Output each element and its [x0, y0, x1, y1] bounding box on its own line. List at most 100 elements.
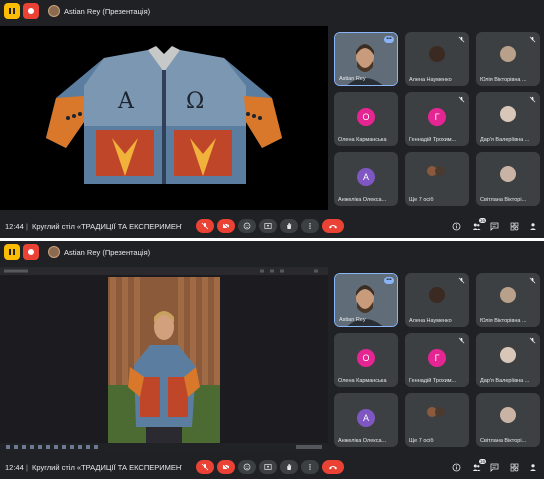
more-vert-icon [309, 464, 311, 470]
participant-tile-yulia[interactable]: Юлія Вікторівна ... [476, 273, 540, 327]
svg-text:Α: Α [117, 89, 135, 114]
people-count: 16 [478, 459, 486, 464]
people-button[interactable]: 16 [470, 459, 486, 473]
record-button[interactable] [23, 244, 39, 260]
raise-hand-button[interactable] [280, 460, 298, 474]
participant-tile-olena[interactable]: О Олена Карманська [334, 92, 398, 146]
presenter-chip[interactable]: Astian Rey (Презентація) [48, 245, 150, 259]
emoji-button[interactable] [238, 460, 256, 474]
pin-button[interactable] [4, 3, 20, 19]
participant-name: Олена Карманська [338, 378, 387, 384]
camera-toggle-button[interactable] [217, 460, 235, 474]
hang-up-icon [329, 225, 337, 229]
participant-tile-darya[interactable]: Дар'я Валеріївна ... [476, 333, 540, 387]
pin-icon [9, 8, 15, 14]
presenter-avatar [48, 246, 60, 258]
participant-name: Юлія Вікторівна ... [480, 318, 527, 324]
more-options-button[interactable] [301, 219, 319, 233]
avatar [500, 106, 516, 122]
mic-off-icon [458, 36, 465, 43]
participant-tile-svitlana[interactable]: Світлана Вікторі... [476, 152, 540, 206]
host-controls-button[interactable] [527, 220, 539, 232]
avatar [429, 287, 445, 303]
avatar: А [357, 409, 375, 427]
participant-tile-darya[interactable]: Дар'я Валеріївна ... [476, 92, 540, 146]
info-icon [452, 222, 460, 230]
presenter-label: Astian Rey (Презентація) [64, 247, 151, 257]
participant-name: Геннадій Трохим... [409, 378, 457, 384]
avatar [500, 46, 516, 62]
participant-tile-astian[interactable]: ••• Astian Rey [334, 273, 398, 327]
record-icon [28, 249, 34, 255]
participant-tile-anzhelika[interactable]: А Анжеліка Олекса... [334, 152, 398, 206]
participant-tile-alena[interactable]: Алена Науменко [405, 273, 469, 327]
more-options-button[interactable] [301, 460, 319, 474]
present-icon [264, 223, 272, 229]
avatar [500, 166, 516, 182]
mic-off-icon [529, 96, 536, 103]
presenter-chip[interactable]: Astian Rey (Презентація) [48, 4, 150, 18]
participant-tile-olena[interactable]: О Олена Карманська [334, 333, 398, 387]
avatar: Г [428, 349, 446, 367]
control-bar: 12:44 | Круглий стіл «ТРАДИЦІЇ ТА ЕКСПЕР… [0, 214, 544, 238]
pin-button[interactable] [4, 244, 20, 260]
present-button[interactable] [259, 460, 277, 474]
avatar [435, 407, 445, 417]
hang-up-icon [329, 466, 337, 470]
leave-call-button[interactable] [322, 219, 344, 233]
more-vert-icon [309, 223, 311, 229]
hand-icon [287, 464, 292, 470]
participant-tile-gennadiy[interactable]: Г Геннадій Трохим... [405, 333, 469, 387]
record-icon [28, 8, 34, 14]
present-icon [264, 464, 272, 470]
participant-tile-gennadiy[interactable]: Г Геннадій Трохим... [405, 92, 469, 146]
mic-toggle-button[interactable] [196, 460, 214, 474]
pin-icon [9, 249, 15, 255]
leave-call-button[interactable] [322, 460, 344, 474]
mic-off-icon [529, 337, 536, 344]
meeting-time: 12:44 [5, 222, 24, 231]
mic-off-icon [201, 463, 209, 471]
participant-tile-astian[interactable]: ••• Astian Rey [334, 32, 398, 86]
emoji-button[interactable] [238, 219, 256, 233]
chat-button[interactable] [488, 220, 500, 232]
participant-tile-svitlana[interactable]: Світлана Вікторі... [476, 393, 540, 447]
host-controls-button[interactable] [527, 461, 539, 473]
participant-name: Astian Rey [339, 76, 366, 82]
present-button[interactable] [259, 219, 277, 233]
info-icon [452, 463, 460, 471]
mic-off-icon [201, 222, 209, 230]
info-button[interactable] [450, 461, 462, 473]
info-button[interactable] [450, 220, 462, 232]
emoji-icon [243, 222, 251, 230]
participant-name: Ще 7 осіб [409, 197, 434, 203]
camera-off-icon [222, 222, 230, 230]
chat-icon [490, 463, 498, 472]
presenter-avatar [48, 5, 60, 17]
meeting-title: Круглий стіл «ТРАДИЦІЇ ТА ЕКСПЕРИМЕНТИ .… [32, 463, 182, 472]
participant-tile-alena[interactable]: Алена Науменко [405, 32, 469, 86]
participant-name: Анжеліка Олекса... [338, 197, 387, 203]
participant-tile-anzhelika[interactable]: А Анжеліка Олекса... [334, 393, 398, 447]
emoji-icon [243, 463, 251, 471]
participant-tile-yulia[interactable]: Юлія Вікторівна ... [476, 32, 540, 86]
avatar [429, 46, 445, 62]
people-button[interactable]: 16 [470, 218, 486, 232]
camera-toggle-button[interactable] [217, 219, 235, 233]
avatar [500, 347, 516, 363]
participant-tile-more[interactable]: Ще 7 осіб [405, 152, 469, 206]
more-options-badge[interactable]: ••• [384, 36, 394, 43]
participant-name: Світлана Вікторі... [480, 197, 527, 203]
participant-tile-more[interactable]: Ще 7 осіб [405, 393, 469, 447]
activities-button[interactable] [508, 220, 520, 232]
shared-screen-image [0, 267, 328, 451]
mic-toggle-button[interactable] [196, 219, 214, 233]
meet-window-1: Astian Rey (Презентація) Α Ω ••• Astian … [0, 0, 544, 238]
chat-button[interactable] [488, 461, 500, 473]
participant-name: Astian Rey [339, 317, 366, 323]
activities-button[interactable] [508, 461, 520, 473]
raise-hand-button[interactable] [280, 219, 298, 233]
camera-off-icon [222, 463, 230, 471]
record-button[interactable] [23, 3, 39, 19]
participant-name: Анжеліка Олекса... [338, 438, 387, 444]
